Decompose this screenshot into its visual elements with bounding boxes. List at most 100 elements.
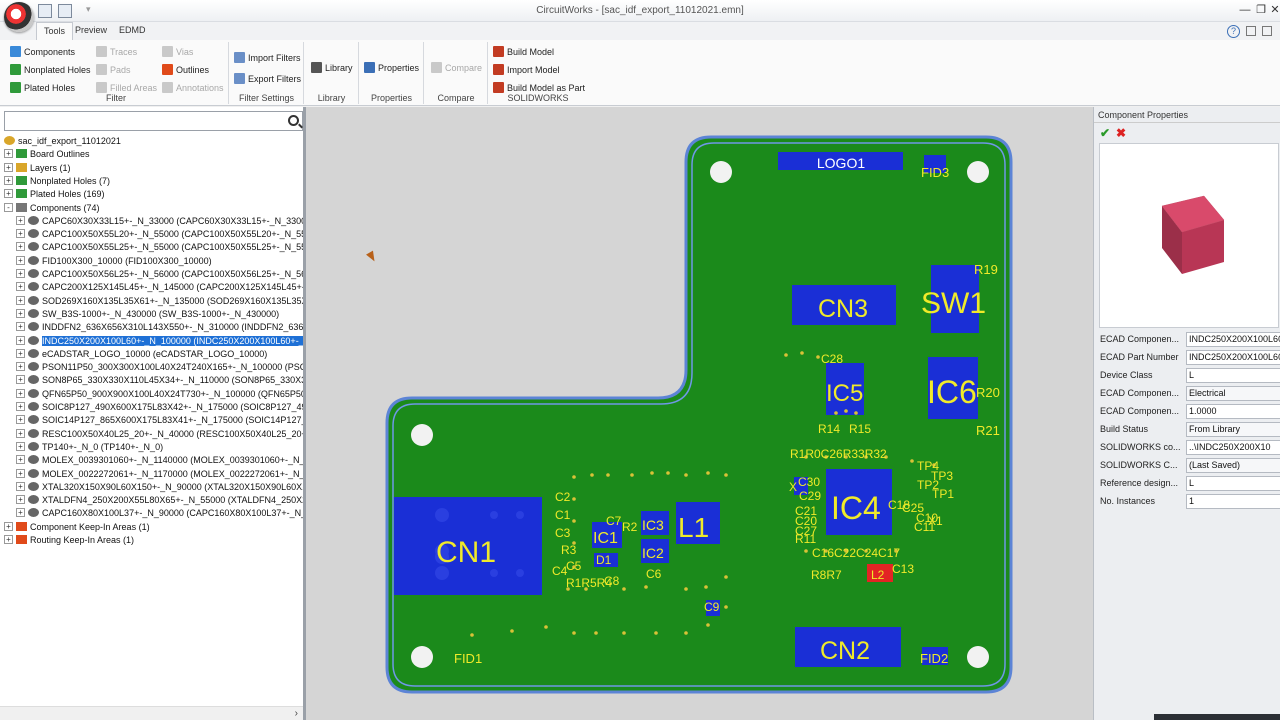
- via[interactable]: [706, 471, 710, 475]
- export-filters-button[interactable]: Export Filters: [234, 71, 301, 87]
- tree-component-item[interactable]: + FID100X300_10000 (FID100X300_10000): [16, 255, 212, 268]
- tree-component-item[interactable]: + MOLEX_0039301060+-_N_1140000 (MOLEX_003…: [16, 454, 303, 467]
- app-logo-icon[interactable]: [4, 2, 34, 32]
- via[interactable]: [844, 409, 848, 413]
- tree-component-item[interactable]: + CAPC100X50X56L25+-_N_56000 (CAPC100X50X…: [16, 268, 303, 281]
- via[interactable]: [654, 631, 658, 635]
- tree-component-item[interactable]: + SOD269X160X135L35X61+-_N_135000 (SOD269…: [16, 295, 303, 308]
- property-value-field[interactable]: 1.0000: [1186, 404, 1280, 419]
- expand-icon[interactable]: +: [16, 508, 25, 518]
- minimize-button[interactable]: —: [1238, 3, 1252, 17]
- build-model-button[interactable]: Build Model: [493, 44, 554, 60]
- expand-icon[interactable]: +: [4, 521, 13, 531]
- mounting-hole[interactable]: [967, 161, 989, 183]
- scroll-right-icon[interactable]: ›: [295, 708, 298, 719]
- tab-preview[interactable]: Preview: [68, 22, 114, 40]
- via[interactable]: [800, 351, 804, 355]
- property-value-field[interactable]: INDC250X200X100L60+: [1186, 332, 1280, 347]
- tree-component-item[interactable]: + TP140+-_N_0 (TP140+-_N_0): [16, 441, 163, 454]
- via[interactable]: [590, 473, 594, 477]
- expand-icon[interactable]: +: [16, 229, 25, 239]
- tree-component-item[interactable]: + SON8P65_330X330X110L45X34+-_N_110000 (S…: [16, 374, 303, 387]
- mounting-hole[interactable]: [411, 424, 433, 446]
- expand-icon[interactable]: +: [16, 335, 25, 345]
- property-value-field[interactable]: L: [1186, 368, 1280, 383]
- via[interactable]: [724, 575, 728, 579]
- tree-component-item[interactable]: + QFN65P50_900X900X100L40X24T730+-_N_1000…: [16, 388, 303, 401]
- traces-filter-button[interactable]: Traces: [96, 44, 137, 60]
- expand-icon[interactable]: +: [16, 388, 25, 398]
- tree-node-board-outline[interactable]: + Board Outlines: [4, 148, 90, 161]
- expand-icon[interactable]: +: [16, 295, 25, 305]
- expand-icon[interactable]: +: [16, 415, 25, 425]
- vias-filter-button[interactable]: Vias: [162, 44, 193, 60]
- tree-component-item[interactable]: + RESC100X50X40L25_20+-_N_40000 (RESC100X…: [16, 428, 303, 441]
- expand-icon[interactable]: +: [4, 162, 13, 172]
- tree-node-nonplated-holes[interactable]: + Nonplated Holes (7): [4, 175, 110, 188]
- help-icon[interactable]: ?: [1227, 25, 1240, 38]
- via[interactable]: [804, 549, 808, 553]
- tree-search-input[interactable]: [4, 111, 303, 131]
- maximize-button[interactable]: ❐: [1254, 3, 1268, 17]
- via[interactable]: [684, 631, 688, 635]
- tree-node-keep-in[interactable]: + Routing Keep-In Areas (1): [4, 534, 134, 547]
- tree-component-item[interactable]: + CAPC100X50X55L25+-_N_55000 (CAPC100X50X…: [16, 241, 303, 254]
- expand-icon[interactable]: +: [16, 402, 25, 411]
- properties-button[interactable]: Properties: [364, 60, 419, 76]
- via[interactable]: [572, 519, 576, 523]
- expand-icon[interactable]: +: [4, 149, 13, 159]
- expand-icon[interactable]: +: [4, 189, 13, 199]
- via[interactable]: [666, 471, 670, 475]
- options-icon[interactable]: [1262, 26, 1272, 36]
- component-3d-preview[interactable]: [1099, 143, 1279, 328]
- via[interactable]: [572, 475, 576, 479]
- expand-icon[interactable]: +: [4, 175, 13, 185]
- expand-icon[interactable]: +: [16, 455, 25, 465]
- pcb-board[interactable]: LOGO1 CN1 CN3 CN2 SW1 IC6 IC5 IC4 L1 IC1 IC2 IC3 D1 L…: [306, 107, 1093, 720]
- expand-icon[interactable]: +: [16, 468, 25, 478]
- tree-component-item[interactable]: + CAPC200X125X145L45+-_N_145000 (CAPC200X…: [16, 281, 303, 294]
- property-value-field[interactable]: From Library: [1186, 422, 1280, 437]
- tree-component-item[interactable]: + XTAL320X150X90L60X150+-_N_90000 (XTAL32…: [16, 481, 303, 494]
- property-value-field[interactable]: Electrical: [1186, 386, 1280, 401]
- via[interactable]: [910, 459, 914, 463]
- tree-component-item[interactable]: + PSON11P50_300X300X100L40X24T240X165+-_N…: [16, 361, 303, 374]
- via[interactable]: [684, 473, 688, 477]
- tree-component-item[interactable]: + CAPC160X80X100L37+-_N_90000 (CAPC160X80…: [16, 507, 303, 520]
- property-value-field[interactable]: ..\INDC250X200X10: [1186, 440, 1280, 455]
- tree-component-item[interactable]: + eCADSTAR_LOGO_10000 (eCADSTAR_LOGO_1000…: [16, 348, 267, 361]
- close-button[interactable]: ✕: [1268, 3, 1280, 17]
- tree-root[interactable]: sac_idf_export_11012021: [4, 135, 121, 148]
- tree-node-components[interactable]: - Components (74): [4, 202, 100, 215]
- property-value-field[interactable]: INDC250X200X100L60+: [1186, 350, 1280, 365]
- via[interactable]: [854, 411, 858, 415]
- via[interactable]: [544, 625, 548, 629]
- outlines-filter-button[interactable]: Outlines: [162, 62, 209, 78]
- via[interactable]: [834, 411, 838, 415]
- via[interactable]: [644, 585, 648, 589]
- tree-component-item[interactable]: + XTALDFN4_250X200X55L80X65+-_N_55000 (XT…: [16, 494, 303, 507]
- tree-component-item[interactable]: + CAPC60X30X33L15+-_N_33000 (CAPC60X30X33…: [16, 215, 303, 228]
- nonplated-holes-filter-button[interactable]: Nonplated Holes: [10, 62, 91, 78]
- expand-icon[interactable]: +: [16, 255, 25, 265]
- search-icon[interactable]: [288, 115, 299, 126]
- expand-icon[interactable]: +: [16, 362, 25, 372]
- expand-icon[interactable]: +: [16, 495, 25, 505]
- components-filter-button[interactable]: Components: [10, 44, 75, 60]
- expand-icon[interactable]: +: [4, 535, 13, 544]
- mounting-hole[interactable]: [710, 161, 732, 183]
- via[interactable]: [704, 585, 708, 589]
- expand-icon[interactable]: +: [16, 242, 25, 252]
- tree-component-item[interactable]: + SOIC8P127_490X600X175L83X42+-_N_175000 …: [16, 401, 303, 414]
- tree-node-keep-in[interactable]: + Component Keep-In Areas (1): [4, 521, 150, 534]
- restore-ribbon-icon[interactable]: [1246, 26, 1256, 36]
- via[interactable]: [510, 629, 514, 633]
- expand-icon[interactable]: +: [16, 375, 25, 385]
- cancel-x-icon[interactable]: ✖: [1116, 126, 1126, 140]
- via[interactable]: [816, 355, 820, 359]
- tree-component-item[interactable]: + SW_B3S-1000+-_N_430000 (SW_B3S-1000+-_N…: [16, 308, 279, 321]
- collapse-icon[interactable]: -: [4, 202, 13, 212]
- expand-icon[interactable]: +: [16, 215, 25, 225]
- pcb-canvas[interactable]: LOGO1 CN1 CN3 CN2 SW1 IC6 IC5 IC4 L1 IC1 IC2 IC3 D1 L…: [306, 107, 1093, 720]
- expand-icon[interactable]: +: [16, 348, 25, 358]
